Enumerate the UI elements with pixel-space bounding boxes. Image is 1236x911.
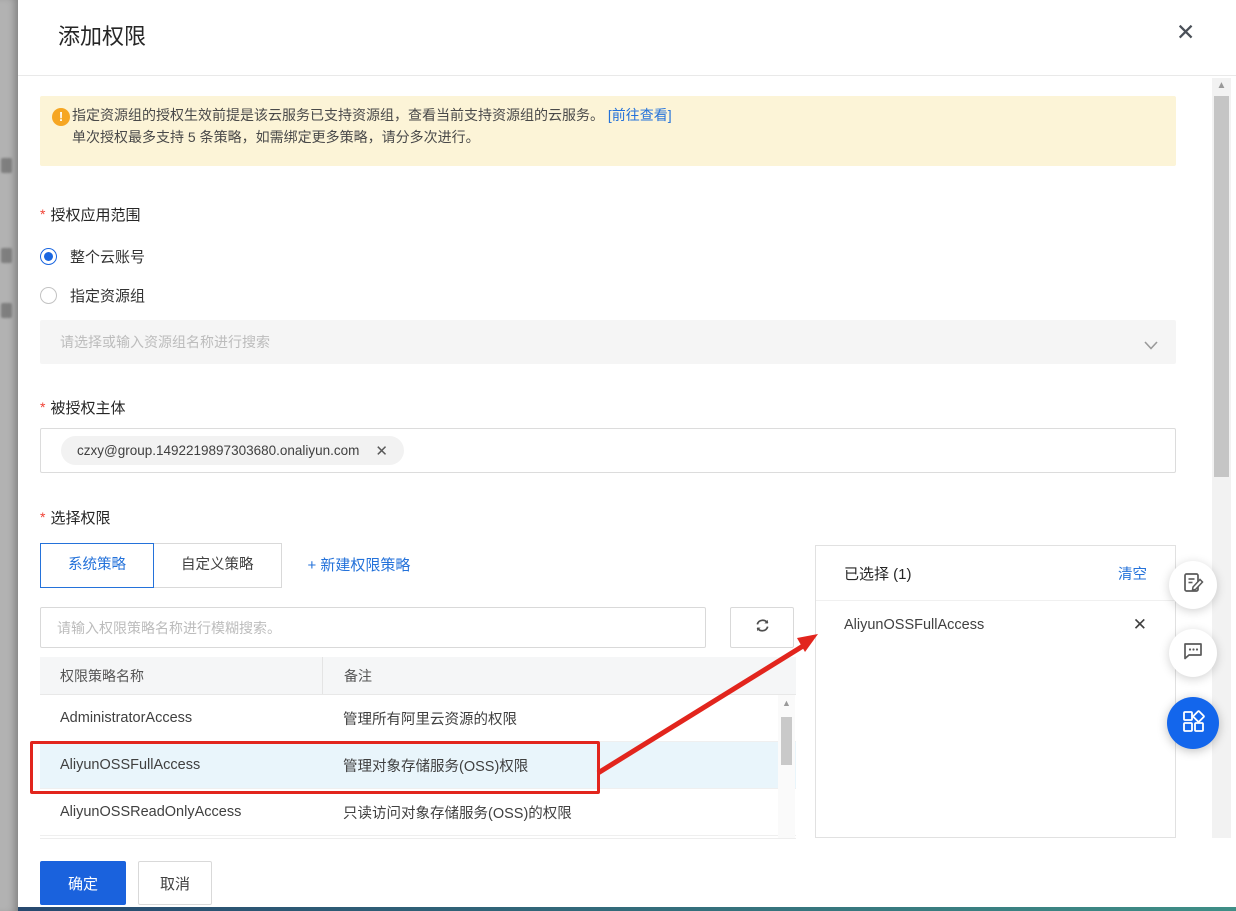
underlying-page-bottom-edge [18,907,1236,911]
principal-tag-text: czxy@group.1492219897303680.onaliyun.com [77,443,360,458]
radio-resource-group[interactable]: 指定资源组 [40,285,145,306]
apps-grid-icon [1180,708,1206,739]
selected-policy-name: AliyunOSSFullAccess [844,617,985,633]
required-mark: * [40,399,46,415]
dialog-scrollbar-thumb[interactable] [1214,96,1229,477]
underlying-page-mark [1,303,12,318]
document-pencil-icon [1181,571,1205,600]
principal-input[interactable]: czxy@group.1492219897303680.onaliyun.com… [40,428,1176,473]
table-scrollbar-thumb[interactable] [781,717,792,765]
refresh-button[interactable] [730,607,794,648]
policy-tabs: 系统策略 自定义策略 + 新建权限策略 [40,543,410,588]
refresh-icon [754,617,771,639]
policy-table: 权限策略名称 备注 AdministratorAccess 管理所有阿里云资源的… [40,657,796,839]
table-scrollbar[interactable]: ▲ [778,695,795,838]
underlying-page-strip [0,0,18,911]
selected-policy-item: AliyunOSSFullAccess ✕ [816,601,1175,649]
dialog-title: 添加权限 [58,24,147,49]
go-view-link[interactable]: [前往查看] [608,107,672,123]
policy-note: 管理所有阿里云资源的权限 [343,711,517,728]
close-icon[interactable]: ✕ [1176,21,1195,44]
add-permission-dialog-page: { "dialog": { "title": "添加权限" }, "icons"… [0,0,1236,911]
chevron-down-icon [1144,337,1158,355]
policy-name: AdministratorAccess [60,710,193,726]
remove-selected-policy-icon[interactable]: ✕ [1133,615,1147,635]
warning-icon: ! [52,108,70,126]
chat-feedback-button[interactable] [1169,629,1217,677]
table-scroll-up-icon[interactable]: ▲ [778,698,795,708]
warning-line1: 指定资源组的授权生效前提是该云服务已支持资源组，查看当前支持资源组的云服务。 [72,107,604,123]
radio-selected-icon [40,248,57,265]
table-row-administratoraccess[interactable]: AdministratorAccess 管理所有阿里云资源的权限 [40,695,796,742]
scope-label: * 授权应用范围 [40,204,140,225]
survey-feedback-button[interactable] [1169,561,1217,609]
radio-unselected-icon [40,287,57,304]
confirm-button[interactable]: 确定 [40,861,126,905]
policy-name: AliyunOSSFullAccess [60,757,201,773]
table-row-aliyunossfullaccess[interactable]: AliyunOSSFullAccess 管理对象存储服务(OSS)权限 [40,742,796,789]
radio-resource-group-label: 指定资源组 [70,288,146,305]
required-mark: * [40,509,46,525]
chat-bubble-icon [1181,639,1205,668]
header-divider [18,75,1236,76]
underlying-page-mark [1,248,12,263]
principal-label: * 被授权主体 [40,397,125,418]
warning-text: 指定资源组的授权生效前提是该云服务已支持资源组，查看当前支持资源组的云服务。 [… [72,104,672,148]
tab-system-policy[interactable]: 系统策略 [40,543,154,588]
warning-banner: ! 指定资源组的授权生效前提是该云服务已支持资源组，查看当前支持资源组的云服务。… [40,96,1176,166]
policy-note: 只读访问对象存储服务(OSS)的权限 [343,805,572,822]
radio-whole-account-label: 整个云账号 [70,249,146,266]
selected-count-title: 已选择 (1) [844,565,912,583]
tab-custom-policy[interactable]: 自定义策略 [153,543,282,588]
policy-search-input[interactable] [40,607,706,648]
resource-group-placeholder: 请选择或输入资源组名称进行搜索 [60,334,270,350]
selected-policies-panel: 已选择 (1) 清空 AliyunOSSFullAccess ✕ [815,545,1176,838]
cancel-button[interactable]: 取消 [138,861,212,905]
radio-whole-account[interactable]: 整个云账号 [40,246,145,267]
column-note: 备注 [322,657,796,694]
scope-label-text: 授权应用范围 [50,207,141,224]
underlying-page-mark [1,158,12,173]
resource-group-select[interactable]: 请选择或输入资源组名称进行搜索 [40,320,1176,364]
principal-tag: czxy@group.1492219897303680.onaliyun.com… [61,436,404,465]
selected-panel-header: 已选择 (1) 清空 [816,546,1175,601]
policy-note: 管理对象存储服务(OSS)权限 [343,758,529,775]
policy-table-header: 权限策略名称 备注 [40,657,796,695]
clear-all-link[interactable]: 清空 [1118,563,1147,584]
warning-line2: 单次授权最多支持 5 条策略，如需绑定更多策略，请分多次进行。 [72,129,480,145]
policy-name: AliyunOSSReadOnlyAccess [60,804,242,820]
required-mark: * [40,206,46,222]
scroll-up-icon[interactable]: ▲ [1212,80,1231,91]
new-policy-link[interactable]: + 新建权限策略 [308,543,411,588]
remove-principal-icon[interactable]: ✕ [375,442,388,460]
apps-widget-button[interactable] [1167,697,1219,749]
column-policy-name: 权限策略名称 [60,667,144,684]
permissions-label: * 选择权限 [40,507,110,528]
principal-label-text: 被授权主体 [50,400,126,417]
table-row-aliyunossreadonlyaccess[interactable]: AliyunOSSReadOnlyAccess 只读访问对象存储服务(OSS)的… [40,789,796,836]
permissions-label-text: 选择权限 [50,510,111,527]
